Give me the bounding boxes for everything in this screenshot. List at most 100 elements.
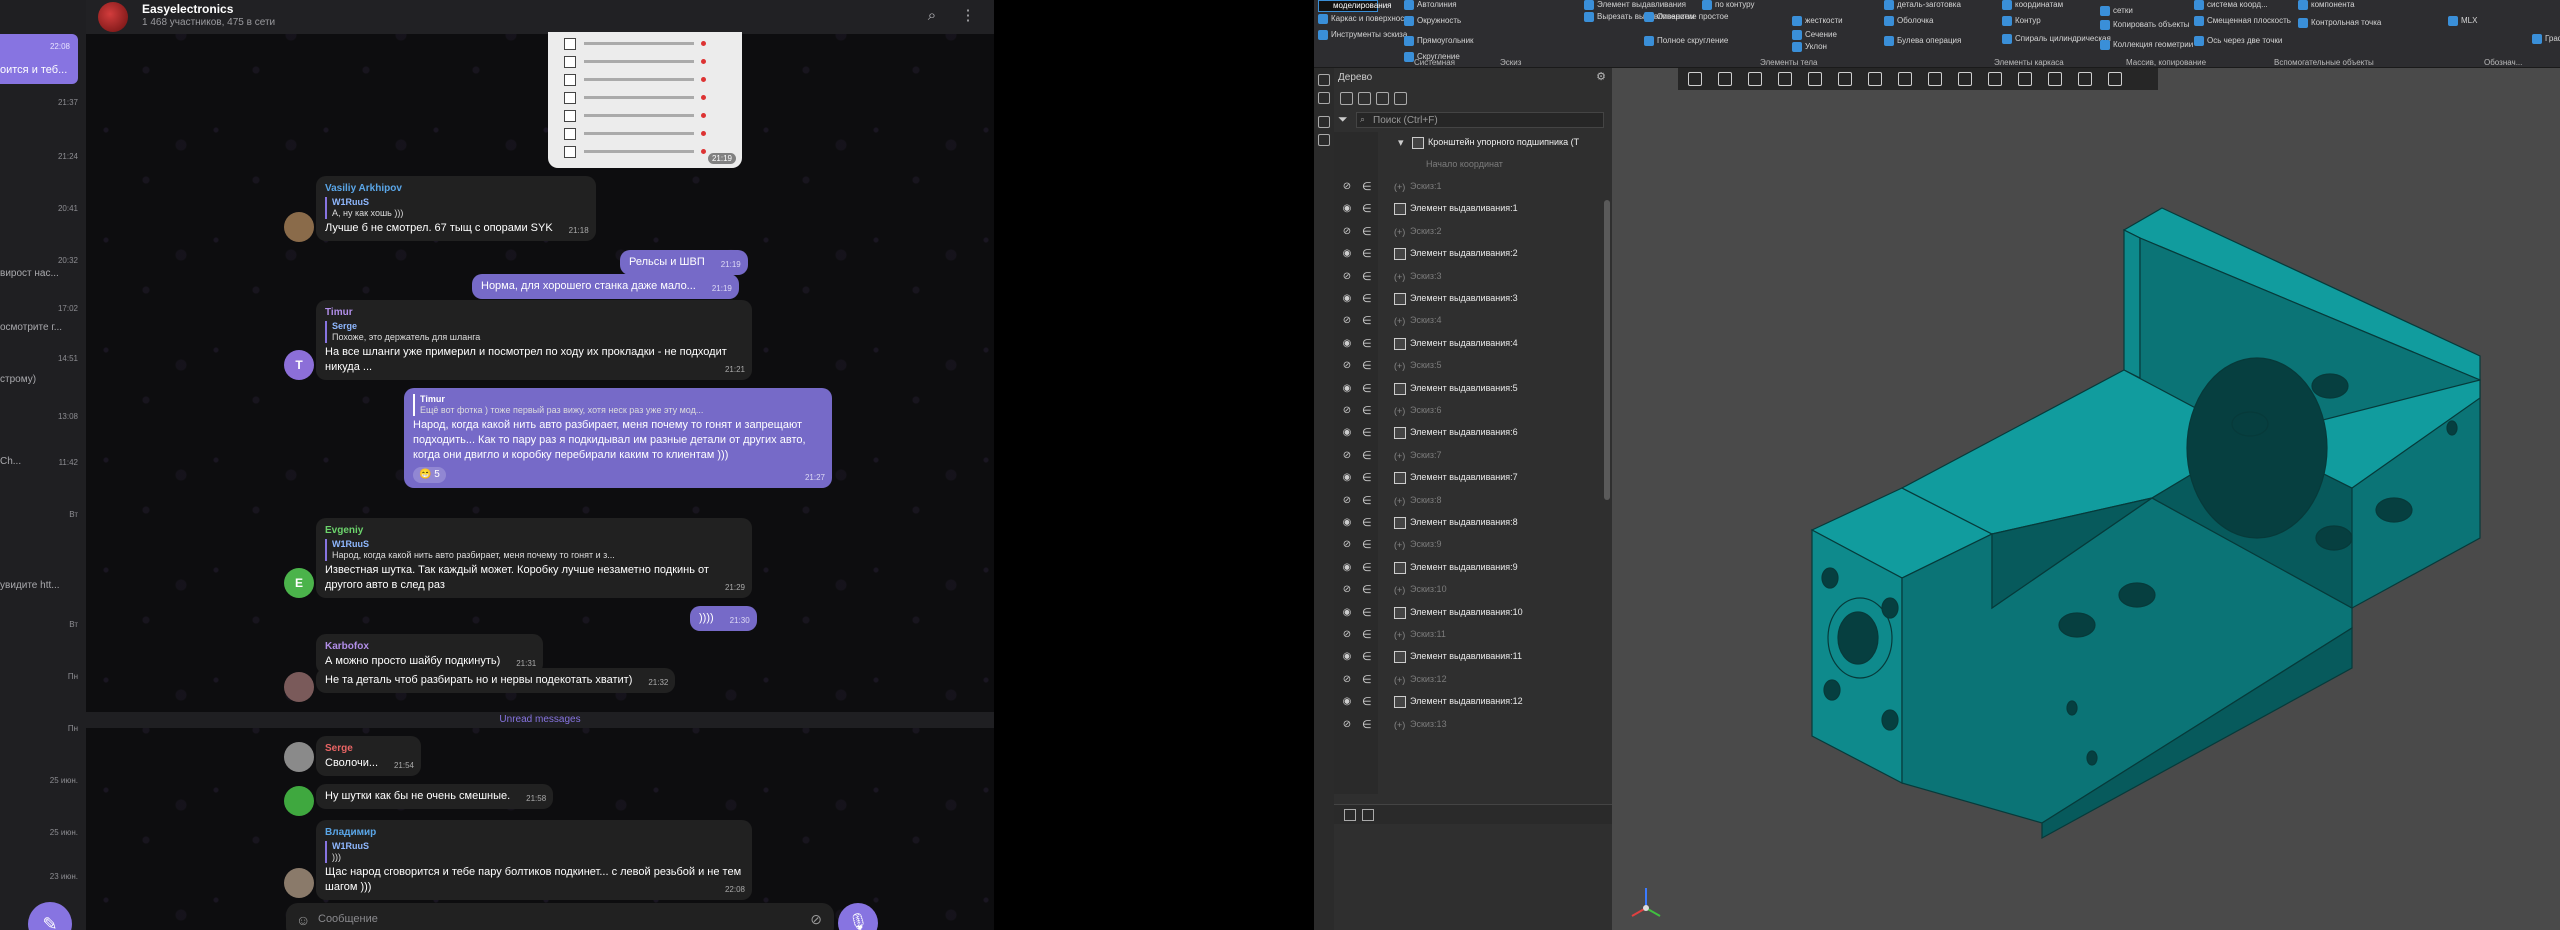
mount-hole[interactable] [2231,411,2269,437]
hidden-eye-icon[interactable]: ⊘ [1340,181,1354,192]
reply-quote[interactable]: Serge Похоже, это держатель для шланга [325,321,743,343]
tree-row-extrude[interactable]: ◉ ∈ Элемент выдавливания:10 [1334,602,1612,624]
chat-list-item[interactable]: Вт [0,508,86,528]
message-bubble[interactable]: Норма, для хорошего станка даже мало... 2… [472,274,739,299]
part-model[interactable] [1612,68,2560,930]
chat-list-item[interactable]: 25 июн. [0,826,86,846]
search-icon[interactable]: ⌕ [922,6,942,26]
message-bubble[interactable]: Vasiliy Arkhipov W1RuuS А, ну как хошь )))… [316,176,596,241]
message-bubble[interactable]: Рельсы и ШВП 21:19 [620,250,748,275]
eye-icon[interactable]: ◉ [1340,517,1354,528]
tree-row-extrude[interactable]: ◉ ∈ Элемент выдавливания:3 [1334,288,1612,310]
chat-list-item[interactable]: Вт [0,618,86,638]
gear-icon[interactable]: ⚙ [1596,70,1606,83]
eye-icon[interactable]: ◉ [1340,338,1354,349]
chat-list-item[interactable]: 17:02 [0,302,86,322]
group-avatar[interactable] [98,2,128,32]
chat-list-item[interactable]: Пн [0,670,86,690]
tree-table-icon[interactable] [1362,809,1374,821]
properties-icon[interactable] [1318,92,1330,104]
reply-quote[interactable]: W1RuuS))) [325,841,743,863]
eye-icon[interactable]: ◉ [1340,203,1354,214]
compose-button[interactable]: ✎ [28,902,72,930]
hidden-eye-icon[interactable]: ⊘ [1340,405,1354,416]
eye-icon[interactable]: ◉ [1340,562,1354,573]
ribbon-item[interactable]: деталь-заготовка [1884,0,1961,10]
ribbon-item[interactable]: Прямоугольник [1404,36,1474,46]
eye-icon[interactable]: ◉ [1340,248,1354,259]
side-hole[interactable] [2086,750,2098,766]
hidden-eye-icon[interactable]: ⊘ [1340,584,1354,595]
tree-row-sketch[interactable]: ⊘ ∈ (+) Эскиз:1 [1334,176,1612,198]
document-photo[interactable]: 21:19 [548,32,742,168]
chat-list-item[interactable]: 23 июн. [0,870,86,890]
ribbon-item[interactable]: Уклон [1792,42,1827,52]
mount-hole[interactable] [1823,679,1841,701]
bearing-bore[interactable] [2186,357,2328,539]
ribbon-item[interactable]: Полное скругление [1644,36,1728,46]
tree-row-sketch[interactable]: ⊘ ∈ (+) Эскиз:7 [1334,445,1612,467]
hidden-eye-icon[interactable]: ⊘ [1340,450,1354,461]
message-author[interactable]: Karbofox [325,639,534,654]
chat-list-item-active[interactable]: 22:08 оится и теб... [0,34,78,84]
tree-settings-icon[interactable] [1394,92,1407,105]
avatar[interactable] [284,212,314,242]
tree-row-sketch[interactable]: ⊘ ∈ (+) Эскиз:9 [1334,534,1612,556]
tree-row-extrude[interactable]: ◉ ∈ Элемент выдавливания:6 [1334,422,1612,444]
chat-list-item[interactable]: Пн [0,722,86,742]
chat-list-item[interactable]: 20:41 [0,202,86,222]
ribbon-item[interactable]: Копировать объекты [2100,20,2190,30]
tree-row-sketch[interactable]: ⊘ ∈ (+) Эскиз:6 [1334,400,1612,422]
hidden-eye-icon[interactable]: ⊘ [1340,226,1354,237]
ribbon-item[interactable]: Оболочка [1884,16,1933,26]
ribbon-item[interactable]: Отверстие простое [1644,12,1728,22]
hidden-eye-icon[interactable]: ⊘ [1340,674,1354,685]
ribbon-item[interactable]: Каркас и поверхности [1318,14,1412,24]
tree-row-sketch[interactable]: ⊘ ∈ (+) Эскиз:11 [1334,624,1612,646]
chat-list-item[interactable]: 21:24 [0,150,86,170]
more-icon[interactable]: ⋮ [958,6,978,26]
message-author[interactable]: Evgeniy [325,523,743,538]
emoji-icon[interactable]: ☺ [296,912,310,928]
flange-bore[interactable] [1837,611,1879,665]
message-bubble[interactable]: Timur Serge Похоже, это держатель для шлан… [316,300,752,380]
message-bubble[interactable]: Serge Сволочи... 21:54 [316,736,422,776]
tree-filter-icon[interactable] [1376,92,1389,105]
ribbon-item[interactable]: Спираль цилиндрическая [2002,34,2111,44]
tree-row-extrude[interactable]: ◉ ∈ Элемент выдавливания:12 [1334,691,1612,713]
tree-view-icon[interactable] [1344,809,1356,821]
tree-row-extrude[interactable]: ◉ ∈ Элемент выдавливания:7 [1334,467,1612,489]
tree-row-extrude[interactable]: ◉ ∈ Элемент выдавливания:2 [1334,243,1612,265]
ribbon-item[interactable]: жесткости [1792,16,1843,26]
reaction-badge[interactable]: 😁 5 [413,467,446,483]
mount-hole[interactable] [1881,597,1899,619]
ribbon-item[interactable]: Графи... [2532,34,2560,44]
eye-icon[interactable]: ◉ [1340,651,1354,662]
tree-row-extrude[interactable]: ◉ ∈ Элемент выдавливания:4 [1334,333,1612,355]
ribbon-item[interactable]: Коллекция геометрии [2100,40,2193,50]
mount-hole[interactable] [2315,525,2353,551]
chat-list-item[interactable]: осмотрите г... [0,322,86,342]
message-author[interactable]: Владимир [325,825,743,840]
attach-icon[interactable]: ⊘ [810,911,822,928]
message-composer[interactable]: ☺ ⊘ [286,903,834,930]
mount-hole[interactable] [2118,582,2156,608]
tree-row-sketch[interactable]: ⊘ ∈ (+) Эскиз:8 [1334,490,1612,512]
tree-row-sketch[interactable]: ⊘ ∈ (+) Эскиз:10 [1334,579,1612,601]
message-bubble[interactable]: )))) 21:30 [690,606,757,631]
eye-icon[interactable]: ◉ [1340,427,1354,438]
hidden-eye-icon[interactable]: ⊘ [1340,360,1354,371]
message-author[interactable]: Serge [325,741,412,756]
tree-row-extrude[interactable]: ◉ ∈ Элемент выдавливания:9 [1334,557,1612,579]
variables-icon[interactable] [1318,116,1330,128]
avatar[interactable]: T [284,350,314,380]
tree-root[interactable]: ▾ Кронштейн упорного подшипника (Т [1334,132,1612,154]
eye-icon[interactable]: ◉ [1340,696,1354,707]
tree-row-extrude[interactable]: ◉ ∈ Элемент выдавливания:1 [1334,198,1612,220]
tree-row-sketch[interactable]: ⊘ ∈ (+) Эскиз:5 [1334,355,1612,377]
eye-icon[interactable]: ◉ [1340,472,1354,483]
message-bubble[interactable]: Ну шутки как бы не очень смешные. 21:58 [316,784,554,809]
chat-list-item[interactable]: 13:08 [0,410,86,430]
tree-row-sketch[interactable]: ⊘ ∈ (+) Эскиз:3 [1334,266,1612,288]
tree-row-sketch[interactable]: ⊘ ∈ (+) Эскиз:2 [1334,221,1612,243]
